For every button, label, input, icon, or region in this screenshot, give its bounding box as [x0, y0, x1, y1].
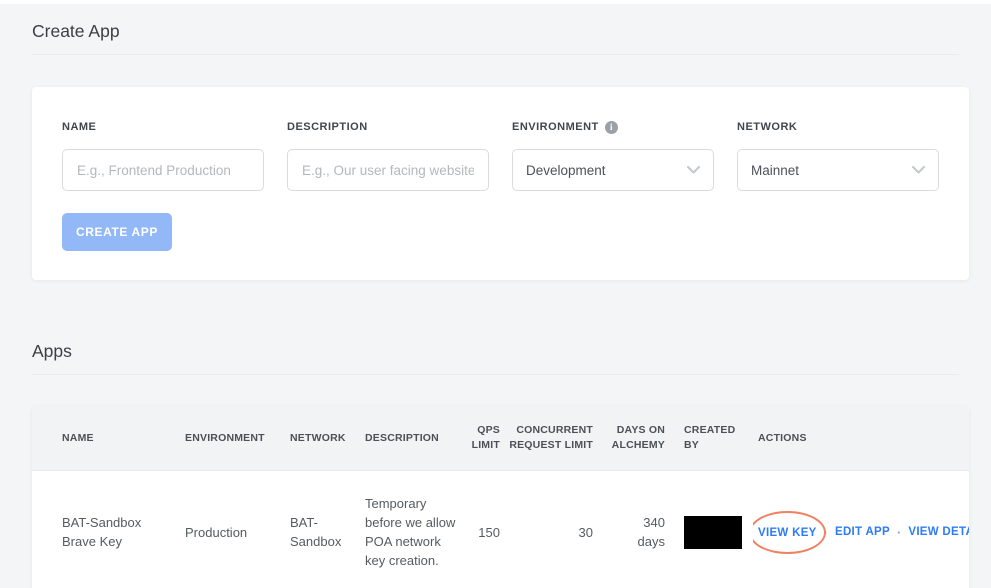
- apps-title: Apps: [32, 341, 72, 361]
- chevron-down-icon: [912, 166, 925, 174]
- table-row: BAT-Sandbox Brave Key Production BAT-San…: [32, 471, 969, 588]
- column-header-environment: ENVIRONMENT: [185, 431, 265, 444]
- view-details-link[interactable]: VIEW DETAILS: [908, 523, 969, 542]
- description-input[interactable]: [287, 149, 489, 191]
- cell-app-name: BAT-Sandbox Brave Key: [62, 515, 142, 549]
- column-header-qps-limit: QPS LIMIT: [471, 424, 500, 451]
- column-header-concurrent-request-limit: CONCURRENT REQUEST LIMIT: [509, 424, 593, 451]
- column-header-name: NAME: [62, 431, 94, 444]
- table-header-row: NAME ENVIRONMENT NETWORK DESCRIPTION QPS…: [32, 406, 969, 471]
- cell-concurrent-request-limit: 30: [578, 524, 593, 540]
- chevron-down-icon: [687, 166, 700, 174]
- apps-table-card: NAME ENVIRONMENT NETWORK DESCRIPTION QPS…: [32, 406, 969, 588]
- cell-days-on-alchemy: 340 days: [593, 513, 665, 551]
- environment-select[interactable]: Development: [512, 149, 714, 191]
- cell-environment: Production: [185, 524, 248, 540]
- network-select-value: Mainnet: [751, 162, 800, 178]
- days-on-alchemy-value: 340 days: [637, 515, 665, 549]
- create-app-divider: [32, 54, 959, 55]
- create-app-card: NAME DESCRIPTION ENVIRONMENT i Developme…: [32, 87, 969, 280]
- view-key-annotated-wrap: VIEW KEY: [753, 510, 826, 555]
- column-header-created-by: CREATED BY: [684, 424, 736, 451]
- create-app-form: NAME DESCRIPTION ENVIRONMENT i Developme…: [62, 120, 939, 191]
- cell-qps-limit: 150: [478, 524, 500, 540]
- column-header-days-on-alchemy: DAYS ON ALCHEMY: [611, 424, 665, 451]
- network-field-group: NETWORK Mainnet: [737, 120, 939, 191]
- cell-network: BAT-Sandbox: [290, 515, 342, 549]
- apps-divider: [32, 374, 959, 375]
- action-separator: ·: [823, 524, 828, 540]
- edit-app-link[interactable]: EDIT APP: [835, 523, 890, 542]
- redacted-created-by-box: [684, 515, 742, 549]
- network-select[interactable]: Mainnet: [737, 149, 939, 191]
- description-field-group: DESCRIPTION: [287, 120, 489, 191]
- name-input[interactable]: [62, 149, 264, 191]
- cell-actions: VIEW KEY · EDIT APP · VIEW DETAILS: [753, 510, 969, 555]
- environment-label: ENVIRONMENT: [512, 121, 599, 133]
- column-header-description: DESCRIPTION: [365, 431, 439, 444]
- create-app-button[interactable]: CREATE APP: [62, 213, 172, 251]
- network-label: NETWORK: [737, 121, 798, 133]
- view-key-link[interactable]: VIEW KEY: [758, 527, 817, 539]
- cell-created-by: [665, 515, 753, 549]
- cell-description: Temporary before we allow POA network ke…: [365, 496, 456, 568]
- name-label: NAME: [62, 121, 97, 133]
- description-label: DESCRIPTION: [287, 121, 368, 133]
- create-app-title: Create App: [32, 21, 120, 41]
- column-header-actions: ACTIONS: [758, 431, 807, 444]
- top-divider-strip: [0, 0, 991, 4]
- action-separator: ·: [897, 524, 902, 540]
- info-icon[interactable]: i: [604, 120, 618, 134]
- environment-select-value: Development: [526, 162, 606, 178]
- name-field-group: NAME: [62, 120, 264, 191]
- environment-field-group: ENVIRONMENT i Development: [512, 120, 714, 191]
- column-header-network: NETWORK: [290, 431, 346, 444]
